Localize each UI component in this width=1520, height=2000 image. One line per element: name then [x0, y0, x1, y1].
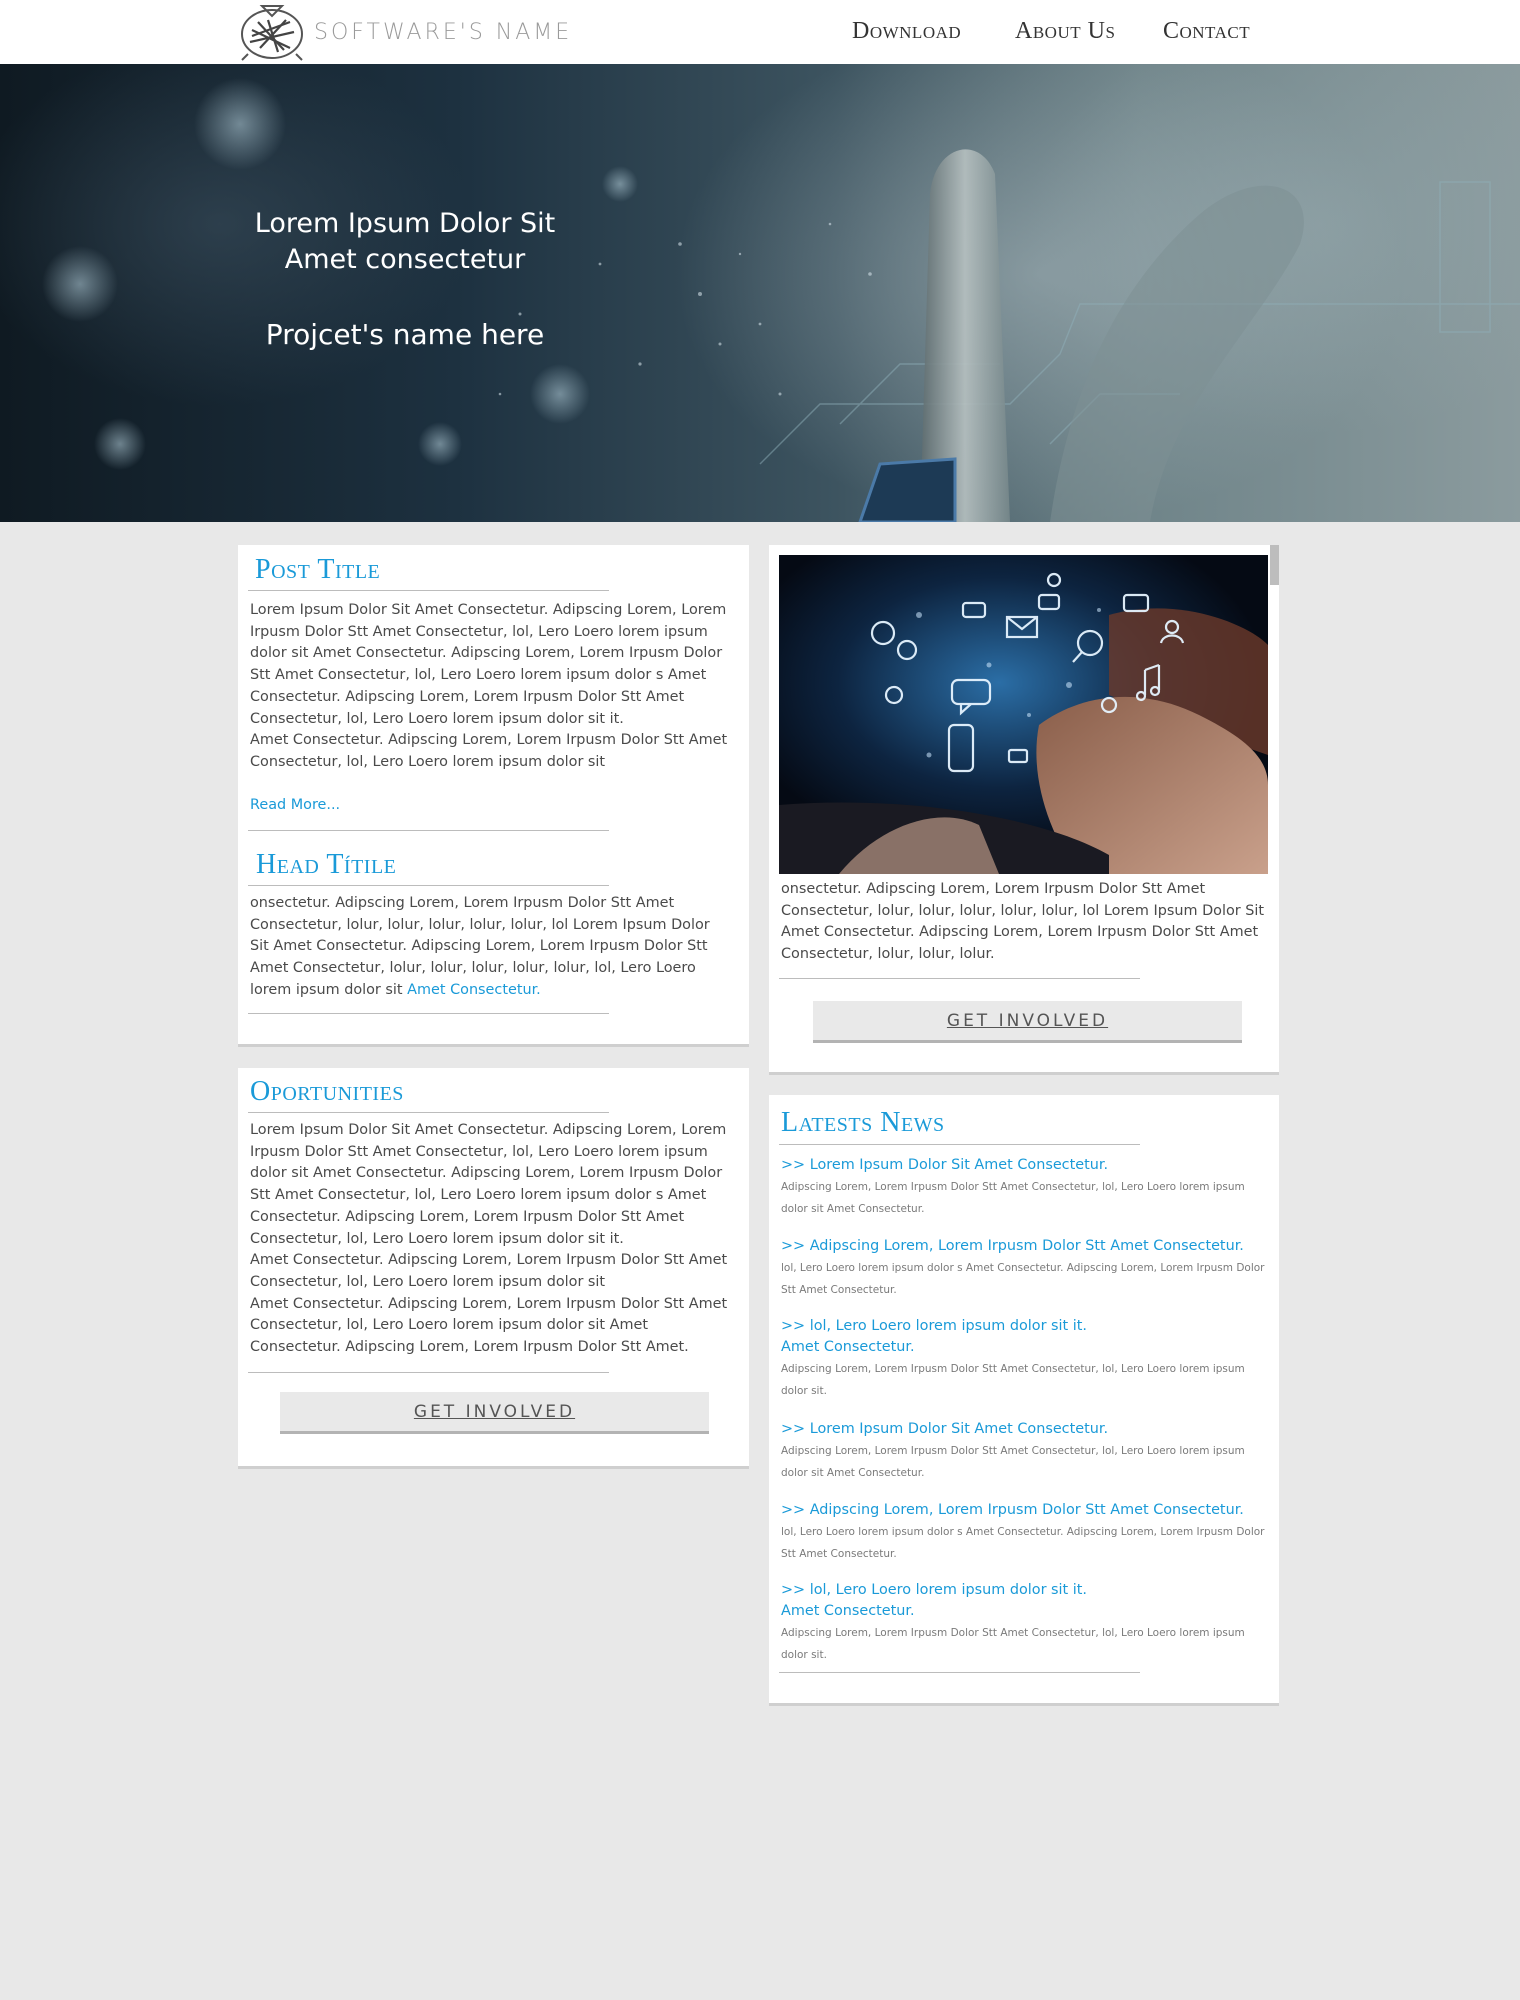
- news-item-title[interactable]: >> Lorem Ipsum Dolor Sit Amet Consectetu…: [781, 1421, 1108, 1437]
- logo-emblem-icon: [241, 5, 303, 61]
- news-item: >> lol, Lero Loero lorem ipsum dolor sit…: [781, 1316, 1245, 1402]
- head-divider: [248, 1013, 609, 1014]
- news-item: >> lol, Lero Loero lorem ipsum dolor sit…: [781, 1580, 1245, 1666]
- tablet-edge: [858, 457, 957, 522]
- news-item-desc: lol, Lero Loero lorem ipsum dolor s Amet…: [781, 1526, 1265, 1560]
- news-item: >> Adipscing Lorem, Lorem Irpusm Dolor S…: [781, 1235, 1269, 1301]
- head-title: Head Títile: [256, 849, 397, 880]
- nav-about-link[interactable]: About Us: [1015, 18, 1163, 45]
- opportunities-title-divider: [248, 1112, 609, 1113]
- news-item: >> Lorem Ipsum Dolor Sit Amet Consectetu…: [781, 1154, 1269, 1220]
- news-item-title[interactable]: >> Lorem Ipsum Dolor Sit Amet Consectetu…: [781, 1157, 1108, 1173]
- opportunities-body-text-3: Amet Consectetur. Adipscing Lorem, Lorem…: [250, 1295, 728, 1356]
- feature-image: [779, 555, 1268, 874]
- feature-card: onsectetur. Adipscing Lorem, Lorem Irpus…: [769, 545, 1279, 1075]
- post-body: Lorem Ipsum Dolor Sit Amet Consectetur. …: [250, 600, 732, 774]
- post-card: Post Title Lorem Ipsum Dolor Sit Amet Co…: [238, 545, 749, 1047]
- news-item-desc: Adipscing Lorem, Lorem Irpusm Dolor Stt …: [781, 1363, 1245, 1397]
- logo[interactable]: SOFTWARE'S NAME: [238, 2, 572, 62]
- news-item-desc: Adipscing Lorem, Lorem Irpusm Dolor Stt …: [781, 1181, 1245, 1215]
- post-body-text: Lorem Ipsum Dolor Sit Amet Consectetur. …: [250, 602, 727, 727]
- opportunities-card: Oportunities Lorem Ipsum Dolor Sit Amet …: [238, 1068, 749, 1469]
- opportunities-body-text: Lorem Ipsum Dolor Sit Amet Consectetur. …: [250, 1122, 727, 1247]
- opportunities-body: Lorem Ipsum Dolor Sit Amet Consectetur. …: [250, 1120, 732, 1359]
- opportunities-get-involved-button[interactable]: GET INVOLVED: [280, 1392, 709, 1434]
- opportunities-divider: [248, 1372, 609, 1373]
- head-title-divider: [248, 885, 609, 886]
- news-item-title[interactable]: >> lol, Lero Loero lorem ipsum dolor sit…: [781, 1316, 1111, 1358]
- news-item-desc: lol, Lero Loero lorem ipsum dolor s Amet…: [781, 1262, 1265, 1296]
- main-nav: Download About Us Contact: [852, 18, 1250, 45]
- opportunities-title: Oportunities: [250, 1076, 404, 1107]
- hero-project-name: Projcet's name here: [265, 318, 545, 351]
- scrollbar-thumb[interactable]: [1270, 545, 1279, 585]
- news-item-desc: Adipscing Lorem, Lorem Irpusm Dolor Stt …: [781, 1627, 1245, 1661]
- hero-banner: Lorem Ipsum Dolor Sit Amet consectetur P…: [0, 64, 1520, 522]
- latest-news-title: Latests News: [781, 1107, 945, 1138]
- feature-divider: [779, 978, 1140, 979]
- nav-contact-link[interactable]: Contact: [1163, 18, 1250, 45]
- hero-headline-line1: Lorem Ipsum Dolor Sit: [254, 208, 556, 239]
- post-divider: [248, 830, 609, 831]
- news-item: >> Lorem Ipsum Dolor Sit Amet Consectetu…: [781, 1418, 1269, 1484]
- news-item: >> Adipscing Lorem, Lorem Irpusm Dolor S…: [781, 1499, 1269, 1565]
- top-navigation-bar: SOFTWARE'S NAME Download About Us Contac…: [0, 0, 1520, 64]
- post-body-text-2: Amet Consectetur. Adipscing Lorem, Lorem…: [250, 732, 728, 770]
- news-item-title[interactable]: >> lol, Lero Loero lorem ipsum dolor sit…: [781, 1580, 1111, 1622]
- post-title: Post Title: [255, 554, 381, 585]
- hero-text-block: Lorem Ipsum Dolor Sit Amet consectetur P…: [230, 206, 580, 351]
- opportunities-body-text-2: Amet Consectetur. Adipscing Lorem, Lorem…: [250, 1252, 728, 1290]
- news-item-title[interactable]: >> Adipscing Lorem, Lorem Irpusm Dolor S…: [781, 1238, 1244, 1254]
- feature-body: onsectetur. Adipscing Lorem, Lorem Irpus…: [781, 881, 1265, 963]
- latest-news-title-divider: [779, 1144, 1140, 1145]
- hero-headline-line2: Amet consectetur: [284, 244, 526, 275]
- latest-news-card: Latests News >> Lorem Ipsum Dolor Sit Am…: [769, 1095, 1279, 1706]
- hero-background-image: [42, 78, 1520, 522]
- head-body: onsectetur. Adipscing Lorem, Lorem Irpus…: [250, 893, 732, 1002]
- feature-get-involved-button[interactable]: GET INVOLVED: [813, 1001, 1242, 1043]
- head-body-link[interactable]: Amet Consectetur.: [407, 982, 541, 998]
- latest-news-divider: [779, 1672, 1140, 1673]
- read-more-link[interactable]: Read More...: [250, 795, 340, 817]
- news-item-desc: Adipscing Lorem, Lorem Irpusm Dolor Stt …: [781, 1445, 1245, 1479]
- post-title-divider: [248, 590, 609, 591]
- news-item-title[interactable]: >> Adipscing Lorem, Lorem Irpusm Dolor S…: [781, 1502, 1244, 1518]
- nav-download-link[interactable]: Download: [852, 18, 1015, 45]
- brand-name: SOFTWARE'S NAME: [314, 19, 573, 45]
